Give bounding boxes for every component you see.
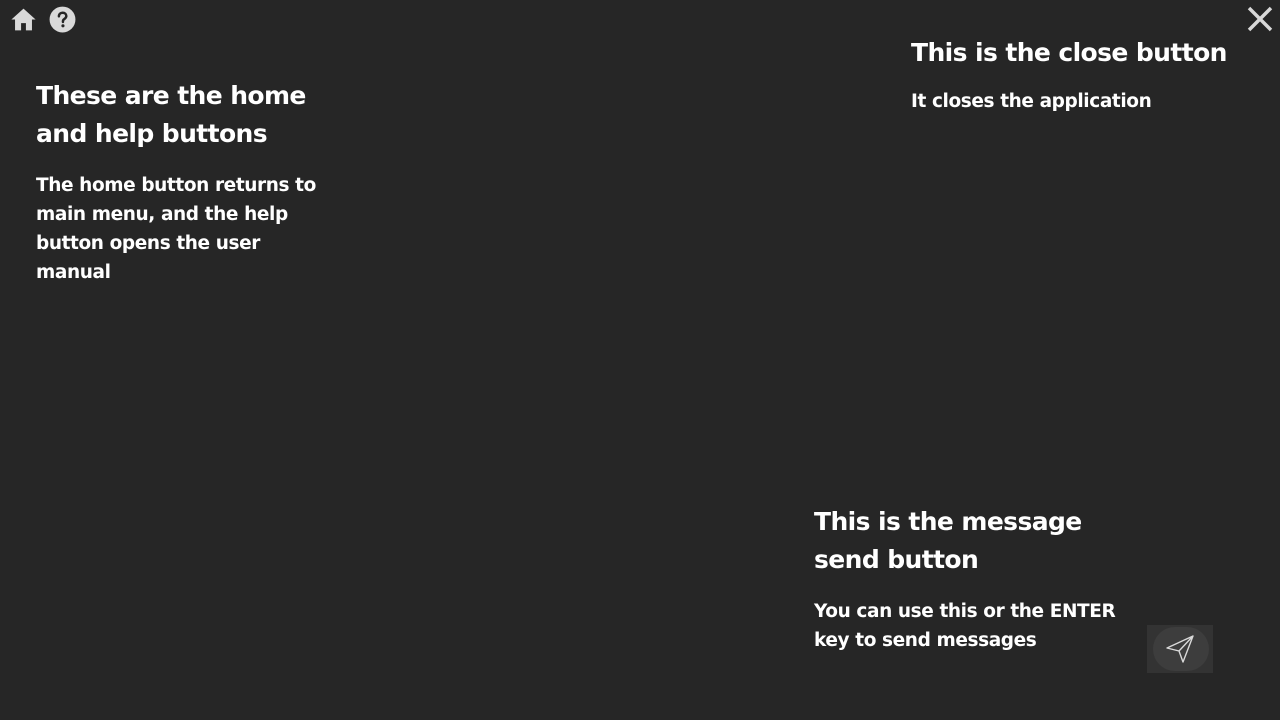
- home-button[interactable]: [9, 5, 38, 34]
- send-message-button[interactable]: [1147, 625, 1213, 673]
- tip-close-title: This is the close button: [911, 38, 1227, 67]
- close-icon: [1247, 6, 1273, 32]
- help-button[interactable]: [49, 6, 76, 33]
- tip-send: This is the message send button You can …: [814, 503, 1154, 655]
- tip-home-help: These are the home and help buttons The …: [36, 77, 316, 287]
- tip-home-help-body: The home button returns to main menu, an…: [36, 175, 316, 283]
- tip-send-title: This is the message send button: [814, 507, 1082, 574]
- tip-close: This is the close button It closes the a…: [911, 34, 1241, 116]
- home-icon: [11, 8, 36, 31]
- tip-home-help-title: These are the home and help buttons: [36, 81, 306, 148]
- help-icon: [49, 6, 76, 33]
- paper-plane-icon: [1166, 635, 1194, 663]
- tip-send-body: You can use this or the ENTER key to sen…: [814, 601, 1116, 651]
- tip-close-body: It closes the application: [911, 91, 1152, 112]
- close-button[interactable]: [1246, 5, 1274, 33]
- tutorial-overlay: These are the home and help buttons The …: [0, 0, 1280, 720]
